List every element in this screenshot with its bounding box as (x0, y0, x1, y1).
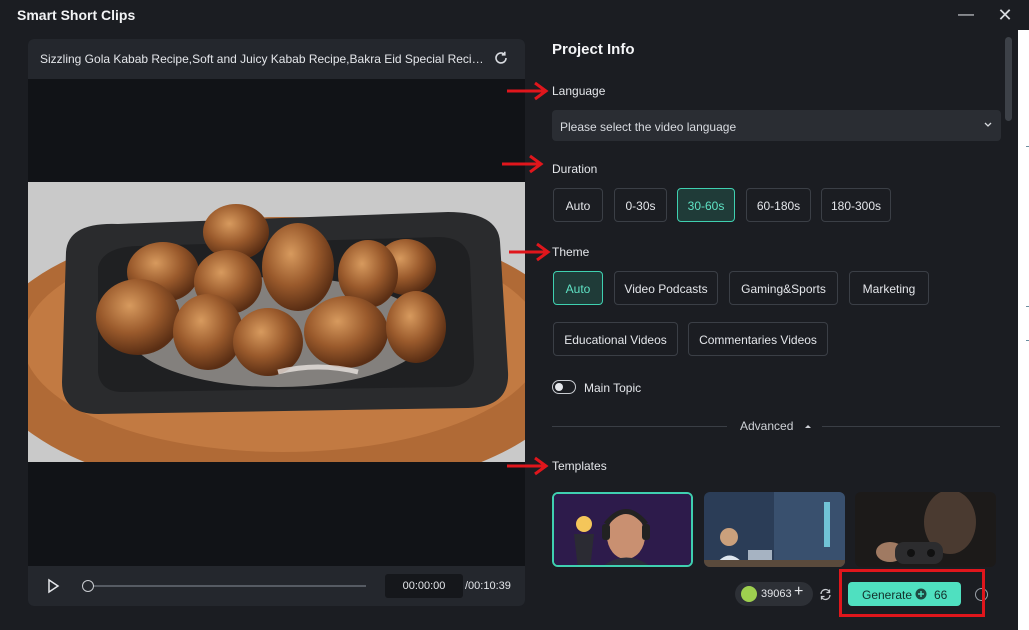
advanced-toggle[interactable]: Advanced (740, 419, 813, 433)
current-time[interactable]: 00:00:00 (385, 574, 463, 598)
divider-left (552, 426, 727, 427)
language-label: Language (552, 84, 606, 98)
theme-option-educational-videos[interactable]: Educational Videos (553, 322, 678, 356)
theme-option-marketing[interactable]: Marketing (849, 271, 929, 305)
toggle-knob (555, 383, 563, 391)
refresh-icon[interactable] (492, 49, 510, 67)
play-icon[interactable] (45, 578, 61, 594)
seek-bar[interactable] (88, 585, 366, 587)
duration-option-180-300s[interactable]: 180-300s (821, 188, 891, 222)
total-time: /00:10:39 (465, 580, 511, 592)
template-gamer-image (855, 492, 996, 567)
caret-up-icon (804, 425, 811, 428)
chevron-down-icon (984, 122, 992, 127)
template-thumbnail-3[interactable] (855, 492, 996, 567)
preview-header: Sizzling Gola Kabab Recipe,Soft and Juic… (28, 39, 525, 79)
video-frame[interactable] (28, 182, 525, 462)
template-podcast-image (554, 494, 691, 565)
duration-option-30-60s[interactable]: 30-60s (677, 188, 735, 222)
divider-right (822, 426, 1000, 427)
annotation-arrow-duration (502, 154, 544, 174)
title-bar: Smart Short Clips — ✕ (0, 0, 1029, 30)
advanced-label: Advanced (740, 419, 794, 433)
template-desk-image (704, 492, 845, 567)
template-thumbnail-1[interactable] (552, 492, 693, 567)
video-title: Sizzling Gola Kabab Recipe,Soft and Juic… (40, 52, 485, 66)
annotation-arrow-language (507, 81, 549, 101)
duration-option-60-180s[interactable]: 60-180s (746, 188, 811, 222)
background-window-edge (1018, 30, 1029, 630)
close-button[interactable]: ✕ (994, 4, 1016, 26)
theme-option-video-podcasts[interactable]: Video Podcasts (614, 271, 718, 305)
theme-option-auto[interactable]: Auto (553, 271, 603, 305)
coin-icon (741, 586, 757, 602)
language-select[interactable]: Please select the video language (552, 110, 1001, 141)
language-placeholder: Please select the video language (560, 120, 737, 134)
duration-option-0-30s[interactable]: 0-30s (614, 188, 667, 222)
panel-scrollbar[interactable] (1005, 37, 1012, 121)
template-thumbnail-2[interactable] (704, 492, 845, 567)
credits-count: 39063 (761, 588, 792, 600)
credits-balance[interactable]: 39063 + (735, 582, 813, 606)
main-topic-label: Main Topic (584, 381, 642, 395)
minimize-button[interactable]: — (955, 4, 977, 26)
templates-label: Templates (552, 459, 607, 473)
theme-option-commentaries-videos[interactable]: Commentaries Videos (688, 322, 828, 356)
theme-option-gaming-sports[interactable]: Gaming&Sports (729, 271, 838, 305)
playback-controls: 00:00:00 /00:10:39 (28, 566, 525, 606)
project-info-title: Project Info (552, 41, 635, 58)
annotation-arrow-theme (509, 242, 551, 262)
sync-icon[interactable] (819, 588, 832, 601)
annotation-arrow-templates (507, 456, 549, 476)
duration-option-auto[interactable]: Auto (553, 188, 603, 222)
generate-highlight-box (839, 569, 985, 617)
kabab-video-image (28, 182, 525, 462)
add-credits-icon[interactable]: + (794, 583, 803, 601)
video-preview-panel: Sizzling Gola Kabab Recipe,Soft and Juic… (28, 39, 525, 606)
theme-label: Theme (552, 245, 590, 259)
app-title: Smart Short Clips (17, 7, 136, 23)
main-topic-toggle[interactable] (552, 380, 576, 394)
seek-handle[interactable] (82, 580, 94, 592)
duration-label: Duration (552, 162, 598, 176)
